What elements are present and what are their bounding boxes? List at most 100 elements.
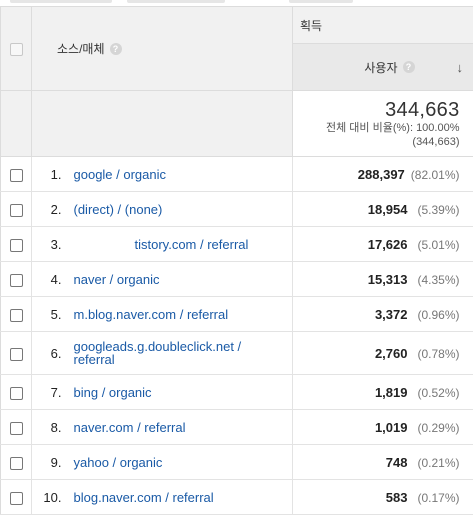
row-source-cell: googleads.g.doubleclick.net / referral xyxy=(73,331,293,375)
users-value: 583 xyxy=(385,489,408,505)
source-link[interactable]: naver.com / referral xyxy=(74,420,186,435)
row-checkbox[interactable] xyxy=(9,421,23,435)
table-row[interactable]: 3. tistory.com / referral 17,626 (5.01%) xyxy=(0,226,473,262)
users-value: 17,626 xyxy=(367,236,408,252)
source-link[interactable]: tistory.com / referral xyxy=(135,237,249,252)
row-number: 8. xyxy=(31,409,74,445)
row-check-cell xyxy=(0,331,32,375)
users-value: 748 xyxy=(385,454,408,470)
row-check-cell xyxy=(0,156,32,192)
users-percent: (0.78%) xyxy=(417,346,460,361)
source-link[interactable]: yahoo / organic xyxy=(74,455,163,470)
acquisition-group-header: 획득 xyxy=(292,6,473,44)
users-percent: (82.01%) xyxy=(410,167,460,182)
help-icon[interactable]: ? xyxy=(109,42,122,55)
row-checkbox[interactable] xyxy=(9,491,23,505)
totals-row: 344,663 전체 대비 비율(%): 100.00% (344,663) xyxy=(0,90,473,157)
row-check-cell xyxy=(0,296,32,332)
row-number: 6. xyxy=(31,331,74,375)
row-check-cell xyxy=(0,444,32,480)
users-column-label: 사용자 xyxy=(364,60,398,75)
row-source-cell: yahoo / organic xyxy=(73,444,293,480)
table-row[interactable]: 9. yahoo / organic 748 (0.21%) xyxy=(0,444,473,480)
row-number: 10. xyxy=(31,479,74,515)
users-percent: (0.52%) xyxy=(417,385,460,400)
row-checkbox[interactable] xyxy=(9,203,23,217)
select-all-checkbox[interactable] xyxy=(9,43,23,57)
table-row[interactable]: 7. bing / organic 1,819 (0.52%) xyxy=(0,374,473,410)
select-all-cell xyxy=(0,6,32,91)
row-number: 9. xyxy=(31,444,74,480)
toolbar-tab-stub[interactable] xyxy=(289,0,353,3)
row-check-cell xyxy=(0,226,32,262)
source-link[interactable]: (direct) / (none) xyxy=(74,202,163,217)
users-value: 2,760 xyxy=(374,345,408,361)
row-source-cell: tistory.com / referral xyxy=(73,226,293,262)
row-users-cell: 2,760 (0.78%) xyxy=(292,331,473,375)
users-value: 1,019 xyxy=(374,419,408,435)
table-row[interactable]: 4. naver / organic 15,313 (4.35%) xyxy=(0,261,473,297)
source-link[interactable]: bing / organic xyxy=(74,385,152,400)
table-row[interactable]: 5. m.blog.naver.com / referral 3,372 (0.9… xyxy=(0,296,473,332)
table-row[interactable]: 6. googleads.g.doubleclick.net / referra… xyxy=(0,331,473,375)
source-link[interactable]: naver / organic xyxy=(74,272,160,287)
total-count-text: (344,663) xyxy=(412,136,460,148)
row-checkbox[interactable] xyxy=(9,238,23,252)
source-link[interactable]: googleads.g.doubleclick.net / referral xyxy=(74,340,264,366)
row-number: 5. xyxy=(31,296,74,332)
row-users-cell: 17,626 (5.01%) xyxy=(292,226,473,262)
row-checkbox[interactable] xyxy=(9,308,23,322)
table-header-row: 소스/매체 ? 획득 xyxy=(0,6,473,91)
users-percent: (0.29%) xyxy=(417,420,460,435)
row-users-cell: 748 (0.21%) xyxy=(292,444,473,480)
row-users-cell: 18,954 (5.39%) xyxy=(292,191,473,227)
table-row[interactable]: 10. blog.naver.com / referral 583 (0.17%) xyxy=(0,479,473,515)
users-percent: (0.96%) xyxy=(417,307,460,322)
source-link[interactable]: blog.naver.com / referral xyxy=(74,490,214,505)
users-value: 3,372 xyxy=(374,306,408,322)
users-value: 288,397 xyxy=(357,166,405,182)
toolbar-tab-stub[interactable] xyxy=(10,0,112,3)
source-link[interactable]: m.blog.naver.com / referral xyxy=(74,307,229,322)
users-column-header[interactable]: 사용자 ? ↓ xyxy=(292,43,473,91)
row-check-cell xyxy=(0,479,32,515)
row-users-cell: 583 (0.17%) xyxy=(292,479,473,515)
users-percent: (0.17%) xyxy=(417,490,460,505)
row-checkbox[interactable] xyxy=(9,273,23,287)
row-check-cell xyxy=(0,374,32,410)
row-checkbox[interactable] xyxy=(9,347,23,361)
row-source-cell: naver.com / referral xyxy=(73,409,293,445)
row-users-cell: 3,372 (0.96%) xyxy=(292,296,473,332)
source-column-header[interactable]: 소스/매체 ? xyxy=(31,6,293,91)
source-link[interactable]: google / organic xyxy=(74,167,167,182)
row-number: 7. xyxy=(31,374,74,410)
help-icon[interactable]: ? xyxy=(402,61,415,73)
row-source-cell: blog.naver.com / referral xyxy=(73,479,293,515)
users-value: 18,954 xyxy=(367,201,408,217)
row-users-cell: 288,397 (82.01%) xyxy=(292,156,473,192)
row-checkbox[interactable] xyxy=(9,386,23,400)
sort-descending-icon[interactable]: ↓ xyxy=(457,60,464,75)
users-percent: (0.21%) xyxy=(417,455,460,470)
row-check-cell xyxy=(0,261,32,297)
row-checkbox[interactable] xyxy=(9,168,23,182)
toolbar-tab-stub[interactable] xyxy=(127,0,225,3)
row-source-cell: google / organic xyxy=(73,156,293,192)
report-page: 소스/매체 ? 획득 사용자 ? ↓ 344,663 전체 대비 비율(%): … xyxy=(0,0,473,517)
row-source-cell: naver / organic xyxy=(73,261,293,297)
users-percent: (5.39%) xyxy=(417,202,460,217)
row-check-cell xyxy=(0,409,32,445)
row-checkbox[interactable] xyxy=(9,456,23,470)
row-number: 3. xyxy=(31,226,74,262)
row-users-cell: 1,019 (0.29%) xyxy=(292,409,473,445)
users-value: 1,819 xyxy=(374,384,408,400)
table-row[interactable]: 2. (direct) / (none) 18,954 (5.39%) xyxy=(0,191,473,227)
row-number: 2. xyxy=(31,191,74,227)
source-medium-table: 소스/매체 ? 획득 사용자 ? ↓ 344,663 전체 대비 비율(%): … xyxy=(0,6,473,515)
table-row[interactable]: 1. google / organic 288,397 (82.01%) xyxy=(0,156,473,192)
table-row[interactable]: 8. naver.com / referral 1,019 (0.29%) xyxy=(0,409,473,445)
source-column-label: 소스/매체 xyxy=(57,42,105,56)
row-check-cell xyxy=(0,191,32,227)
totals-check-cell xyxy=(0,90,32,157)
acquisition-group-label: 획득 xyxy=(300,18,323,33)
